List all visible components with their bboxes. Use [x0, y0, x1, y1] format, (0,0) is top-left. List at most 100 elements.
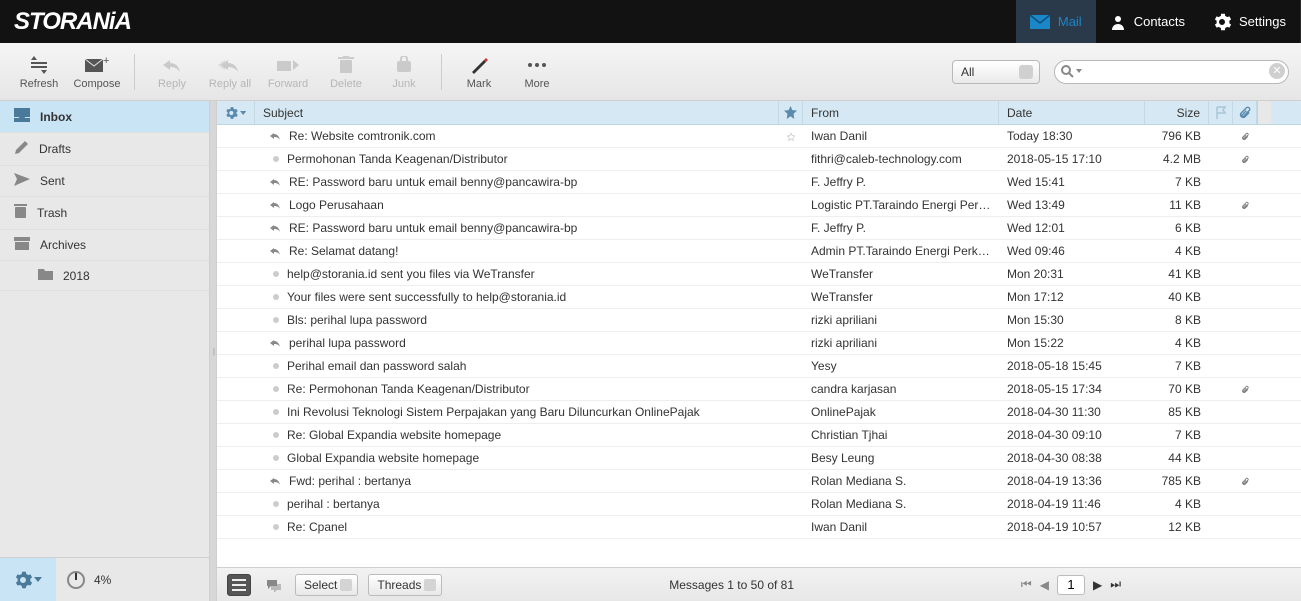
message-row[interactable]: perihal : bertanyaRolan Mediana S.2018-0… — [217, 493, 1301, 516]
message-subject: Perihal email dan password salah — [287, 359, 466, 373]
sidebar-gear-button[interactable] — [0, 558, 56, 601]
search-input[interactable] — [1054, 60, 1289, 84]
message-row[interactable]: Perihal email dan password salahYesy2018… — [217, 355, 1301, 378]
scrollbar-header — [1257, 101, 1271, 124]
folder-2018[interactable]: 2018 — [0, 261, 209, 291]
column-headers: Subject From Date Size — [217, 101, 1301, 125]
message-row[interactable]: Logo PerusahaanLogistic PT.Taraindo Ener… — [217, 194, 1301, 217]
message-subject: RE: Password baru untuk email benny@panc… — [289, 221, 577, 235]
message-rows: Re: Website comtronik.comIwan DanilToday… — [217, 125, 1301, 567]
view-list-button[interactable] — [227, 574, 251, 596]
app-logo: STORANiA — [14, 8, 131, 36]
gear-icon-small — [14, 571, 32, 589]
filter-select[interactable]: All — [952, 60, 1040, 84]
message-from: WeTransfer — [803, 267, 999, 281]
message-date: Mon 15:22 — [999, 336, 1145, 350]
junk-button[interactable]: Junk — [377, 54, 431, 90]
search-dropdown-icon[interactable] — [1076, 69, 1082, 73]
message-row[interactable]: Fwd: perihal : bertanyaRolan Mediana S.2… — [217, 470, 1301, 493]
pager-page-input[interactable] — [1057, 575, 1085, 595]
message-row[interactable]: help@storania.id sent you files via WeTr… — [217, 263, 1301, 286]
select-dropdown[interactable]: Select — [295, 574, 358, 596]
folder-label: Archives — [40, 238, 86, 252]
compose-icon: + — [84, 54, 110, 76]
nav-mail[interactable]: Mail — [1016, 0, 1096, 43]
message-from: Iwan Danil — [803, 520, 999, 534]
message-from: Besy Leung — [803, 451, 999, 465]
message-row[interactable]: Bls: perihal lupa password rizki aprilian… — [217, 309, 1301, 332]
sidebar: InboxDraftsSentTrash Archives 2018 4% — [0, 101, 210, 601]
message-row[interactable]: Re: Global Expandia website homepageChri… — [217, 424, 1301, 447]
message-from: rizki apriliani — [803, 313, 999, 327]
list-icon — [232, 579, 246, 591]
sidebar-footer: 4% — [0, 557, 209, 601]
column-attachment[interactable] — [1233, 101, 1257, 124]
folder-archives[interactable]: Archives — [0, 230, 209, 261]
column-subject[interactable]: Subject — [255, 101, 779, 124]
column-date[interactable]: Date — [999, 101, 1145, 124]
archive-icon — [14, 237, 30, 253]
forward-button[interactable]: Forward — [261, 54, 315, 90]
message-row[interactable]: Re: Selamat datang!Admin PT.Taraindo Ene… — [217, 240, 1301, 263]
column-flag[interactable] — [1209, 101, 1233, 124]
folder-inbox[interactable]: Inbox — [0, 101, 209, 133]
attachment-icon — [1241, 475, 1249, 488]
message-row[interactable]: Your files were sent successfully to hel… — [217, 286, 1301, 309]
pager-next[interactable]: ▶ — [1093, 578, 1102, 592]
column-size[interactable]: Size — [1145, 101, 1209, 124]
pager-prev[interactable]: ◀ — [1040, 578, 1049, 592]
message-row[interactable]: RE: Password baru untuk email benny@panc… — [217, 217, 1301, 240]
reply-all-button[interactable]: Reply all — [203, 54, 257, 90]
reply-button[interactable]: Reply — [145, 54, 199, 90]
more-button[interactable]: More — [510, 54, 564, 90]
pager-last[interactable]: ⏭ — [1110, 577, 1121, 592]
folder-trash[interactable]: Trash — [0, 197, 209, 230]
compose-button[interactable]: + Compose — [70, 54, 124, 90]
delete-label: Delete — [330, 78, 362, 90]
message-from: Rolan Mediana S. — [803, 474, 999, 488]
star-outline-icon[interactable] — [787, 130, 795, 143]
nav-contacts[interactable]: Contacts — [1096, 0, 1199, 43]
message-size: 85 KB — [1145, 405, 1209, 419]
delete-button[interactable]: Delete — [319, 54, 373, 90]
message-row[interactable]: Ini Revolusi Teknologi Sistem Perpajakan… — [217, 401, 1301, 424]
message-subject: perihal : bertanya — [287, 497, 380, 511]
search-clear-button[interactable]: ✕ — [1269, 63, 1285, 79]
folder-sent[interactable]: Sent — [0, 166, 209, 197]
message-row[interactable]: Permohonan Tanda Keagenan/Distributorfit… — [217, 148, 1301, 171]
message-subject: Logo Perusahaan — [289, 198, 384, 212]
pager-first[interactable]: ⏮ — [1021, 577, 1032, 592]
message-from: F. Jeffry P. — [803, 175, 999, 189]
message-size: 11 KB — [1145, 198, 1209, 212]
message-row[interactable]: perihal lupa passwordrizki aprilianiMon … — [217, 332, 1301, 355]
message-size: 4.2 MB — [1145, 152, 1209, 166]
threads-dropdown[interactable]: Threads — [368, 574, 442, 596]
status-message: Messages 1 to 50 of 81 — [452, 578, 1011, 592]
message-row[interactable]: Re: Permohonan Tanda Keagenan/Distributo… — [217, 378, 1301, 401]
message-subject: Bls: perihal lupa password — [287, 313, 427, 327]
status-bar: Select Threads Messages 1 to 50 of 81 ⏮ … — [217, 567, 1301, 601]
message-row[interactable]: Global Expandia website homepageBesy Leu… — [217, 447, 1301, 470]
filter-value: All — [961, 65, 974, 79]
trash-icon — [333, 54, 359, 76]
refresh-button[interactable]: Refresh — [12, 54, 66, 90]
view-thread-button[interactable] — [261, 574, 285, 596]
message-row[interactable]: RE: Password baru untuk email benny@panc… — [217, 171, 1301, 194]
column-star[interactable] — [779, 101, 803, 124]
folder-icon — [38, 268, 53, 283]
refresh-icon — [26, 54, 52, 76]
message-size: 12 KB — [1145, 520, 1209, 534]
nav-mail-label: Mail — [1058, 14, 1082, 29]
mark-button[interactable]: Mark — [452, 54, 506, 90]
column-options-button[interactable] — [217, 101, 255, 124]
nav-settings[interactable]: Settings — [1199, 0, 1300, 43]
message-date: Mon 17:12 — [999, 290, 1145, 304]
forward-label: Forward — [268, 78, 308, 90]
reply-all-icon — [217, 54, 243, 76]
replied-icon — [269, 476, 281, 486]
inbox-icon — [14, 108, 30, 125]
column-from[interactable]: From — [803, 101, 999, 124]
message-row[interactable]: Re: Website comtronik.comIwan DanilToday… — [217, 125, 1301, 148]
folder-drafts[interactable]: Drafts — [0, 133, 209, 166]
message-row[interactable]: Re: CpanelIwan Danil2018-04-19 10:5712 K… — [217, 516, 1301, 539]
